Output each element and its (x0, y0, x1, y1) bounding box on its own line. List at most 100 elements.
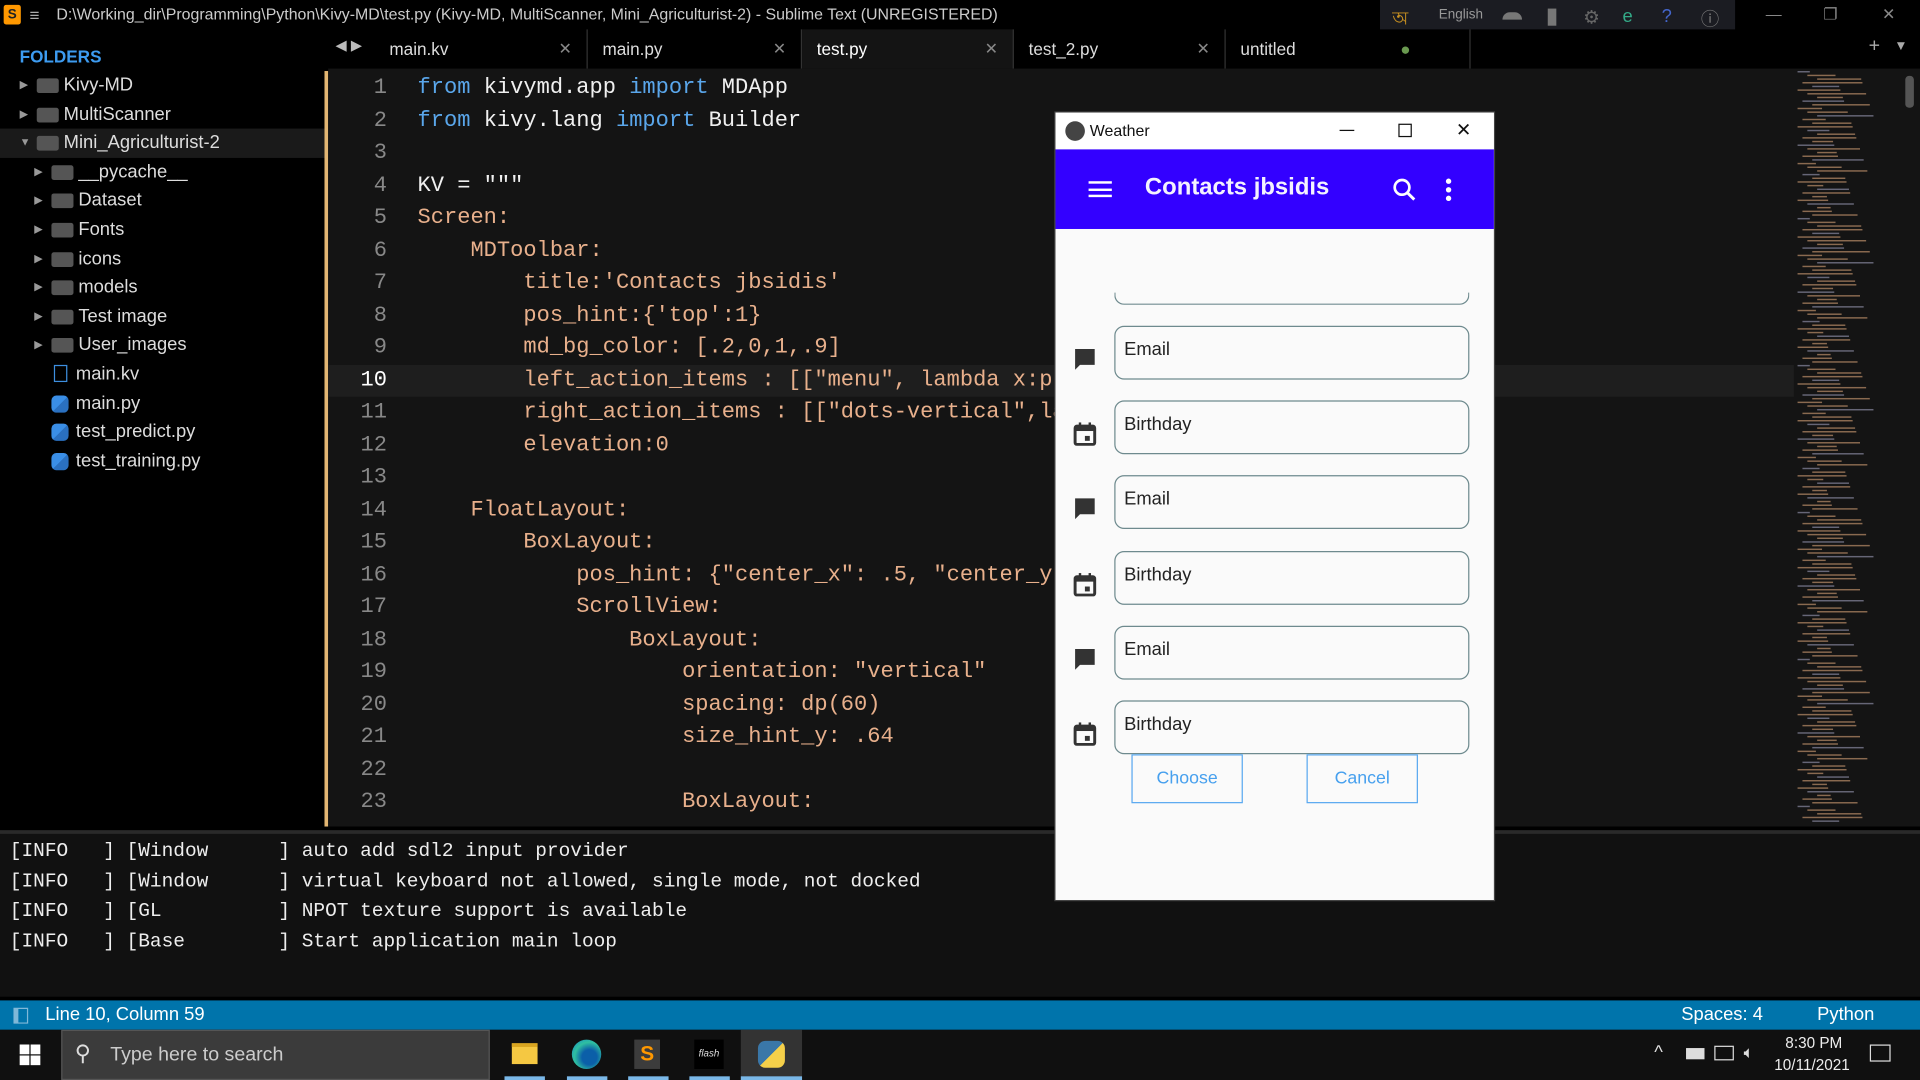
code-line[interactable]: ScrollView: (418, 591, 722, 623)
tab-test-py[interactable]: test.py ✕ (802, 29, 1014, 69)
choose-button[interactable]: Choose (1131, 754, 1243, 804)
minimize-button[interactable]: — (1766, 0, 1782, 29)
code-line[interactable]: from kivymd.app import MDApp (418, 72, 788, 104)
sidebar-item[interactable]: ▶ Kivy-MD (0, 71, 324, 100)
sidebar-item[interactable]: ▶ __pycache__ (0, 158, 324, 187)
unsaved-dot-icon[interactable]: ● (1400, 29, 1410, 68)
code-line[interactable]: MDToolbar: (418, 234, 602, 266)
panel-toggle-icon[interactable] (13, 1007, 29, 1024)
edge-small-icon[interactable]: e (1622, 6, 1632, 27)
chevron-right-icon[interactable]: ▶ (34, 273, 42, 302)
code-line[interactable]: right_action_items : [["dots-vertical",l… (418, 397, 1065, 429)
network-icon[interactable] (1714, 1045, 1734, 1061)
code-line[interactable]: elevation:0 (418, 429, 669, 461)
indentation-setting[interactable]: Spaces: 4 (1681, 1000, 1763, 1029)
sidebar-item[interactable]: ▶ Fonts (0, 216, 324, 245)
text-field-birthday[interactable]: Birthday (1114, 400, 1470, 455)
code-line[interactable]: from kivy.lang import Builder (418, 105, 802, 137)
build-output-console[interactable]: [INFO ] [Window ] auto add sdl2 input pr… (0, 830, 1920, 997)
code-line[interactable]: BoxLayout: (418, 624, 761, 656)
chevron-right-icon[interactable]: ▶ (20, 71, 28, 100)
chevron-right-icon[interactable]: ▶ (34, 302, 42, 331)
code-line[interactable]: md_bg_color: [.2,0,1,.9] (418, 332, 840, 364)
sidebar-item[interactable]: ▶ Dataset (0, 187, 324, 216)
info-icon[interactable]: ⓘ (1701, 6, 1719, 32)
tab-test_2-py[interactable]: test_2.py ✕ (1014, 29, 1226, 69)
menu-icon[interactable] (1088, 181, 1112, 198)
text-field-birthday[interactable]: Birthday (1114, 550, 1470, 605)
tab-list-dropdown[interactable]: ▼ (1894, 39, 1907, 54)
chevron-right-icon[interactable]: ▶ (34, 158, 42, 187)
sidebar-item[interactable]: main.kv (0, 360, 324, 389)
close-tab-icon[interactable]: ✕ (985, 29, 998, 68)
code-line[interactable]: BoxLayout: (418, 527, 655, 559)
code-line[interactable]: title:'Contacts jbsidis' (418, 267, 840, 299)
code-line[interactable]: KV = """ (418, 170, 524, 202)
close-button[interactable]: ✕ (1882, 0, 1895, 29)
chevron-right-icon[interactable]: ▶ (34, 244, 42, 273)
code-line[interactable]: pos_hint:{'top':1} (418, 299, 761, 331)
tab-untitled[interactable]: untitled ● (1226, 29, 1471, 69)
sidebar-item[interactable]: ▶ icons (0, 244, 324, 273)
sidebar-item[interactable]: ▶ MultiScanner (0, 100, 324, 129)
text-field-email[interactable]: Email (1114, 475, 1470, 530)
volume-icon[interactable]: 🔈︎ (1744, 1042, 1754, 1063)
chevron-down-icon[interactable]: ▼ (20, 129, 31, 158)
syntax-selector[interactable]: Python (1817, 1000, 1874, 1029)
windows-start-icon[interactable] (19, 1044, 41, 1066)
taskbar-app-python[interactable] (740, 1029, 803, 1080)
code-line[interactable]: FloatLayout: (418, 494, 629, 526)
taskbar-app-file-explorer[interactable] (495, 1030, 554, 1080)
chevron-right-icon[interactable]: ▶ (34, 216, 42, 245)
dots-vertical-icon[interactable] (1442, 178, 1454, 202)
tool-icon[interactable] (1547, 8, 1557, 26)
chevron-right-icon[interactable]: ▶ (34, 187, 42, 216)
sidebar-item[interactable]: main.py (0, 389, 324, 418)
taskbar-search-box[interactable]: ⚲ Type here to search (61, 1029, 490, 1080)
battery-icon[interactable] (1686, 1048, 1705, 1060)
maximize-button[interactable]: ❐ (1823, 0, 1837, 29)
taskbar-app-flash[interactable]: flash (680, 1030, 739, 1080)
taskbar-app-edge[interactable] (557, 1030, 616, 1080)
close-tab-icon[interactable]: ✕ (1196, 29, 1209, 68)
close-tab-icon[interactable]: ✕ (558, 29, 571, 68)
tab-main-py[interactable]: main.py ✕ (588, 29, 803, 69)
text-field-email[interactable]: Email (1114, 625, 1470, 680)
code-line[interactable]: size_hint_y: .64 (418, 721, 894, 753)
code-line[interactable]: left_action_items : [["menu", lambda x:p… (418, 364, 1065, 396)
sidebar-item[interactable]: test_training.py (0, 447, 324, 476)
clock-time[interactable]: 8:30 PM (1785, 1035, 1842, 1052)
text-field-birthday[interactable]: Birthday (1114, 700, 1470, 755)
new-tab-button[interactable]: + (1869, 36, 1880, 58)
chevron-right-icon[interactable]: ▶ (34, 331, 42, 360)
app-maximize-button[interactable] (1398, 123, 1412, 138)
notifications-icon[interactable] (1869, 1044, 1891, 1062)
taskbar-app-sublime-text[interactable]: S (618, 1030, 677, 1080)
sidebar-item[interactable]: ▶ models (0, 273, 324, 302)
text-field-partial[interactable] (1114, 292, 1470, 305)
close-tab-icon[interactable]: ✕ (773, 29, 786, 68)
cancel-button[interactable]: Cancel (1306, 754, 1418, 804)
keyboard-icon[interactable] (1502, 12, 1523, 20)
code-line[interactable]: BoxLayout: (418, 786, 814, 818)
tab-main-kv[interactable]: main.kv ✕ (328, 29, 588, 69)
code-line[interactable]: pos_hint: {"center_x": .5, "center_y" (418, 559, 1065, 591)
editor-scrollbar[interactable] (1905, 75, 1914, 820)
text-field-email[interactable]: Email (1114, 325, 1470, 380)
sidebar-item[interactable]: ▶ Test image (0, 302, 324, 331)
help-icon[interactable]: ? (1662, 6, 1672, 27)
search-icon[interactable] (1392, 178, 1416, 202)
code-line[interactable]: Screen: (418, 202, 511, 234)
sidebar-item[interactable]: ▼ Mini_Agriculturist-2 (0, 128, 325, 158)
settings-icon[interactable]: ⚙ (1583, 6, 1599, 28)
menu-icon[interactable]: ≡ (29, 0, 39, 29)
show-hidden-icons-button[interactable]: ^ (1654, 1042, 1663, 1063)
minimap[interactable] (1794, 69, 1904, 827)
ime-language[interactable]: English (1439, 7, 1483, 22)
code-line[interactable]: orientation: "vertical" (418, 656, 986, 688)
sidebar-item[interactable]: test_predict.py (0, 418, 324, 447)
code-line[interactable]: spacing: dp(60) (418, 689, 880, 721)
clock-date[interactable]: 10/11/2021 (1774, 1057, 1849, 1074)
app-close-button[interactable]: ✕ (1456, 113, 1471, 150)
chevron-right-icon[interactable]: ▶ (20, 100, 28, 129)
